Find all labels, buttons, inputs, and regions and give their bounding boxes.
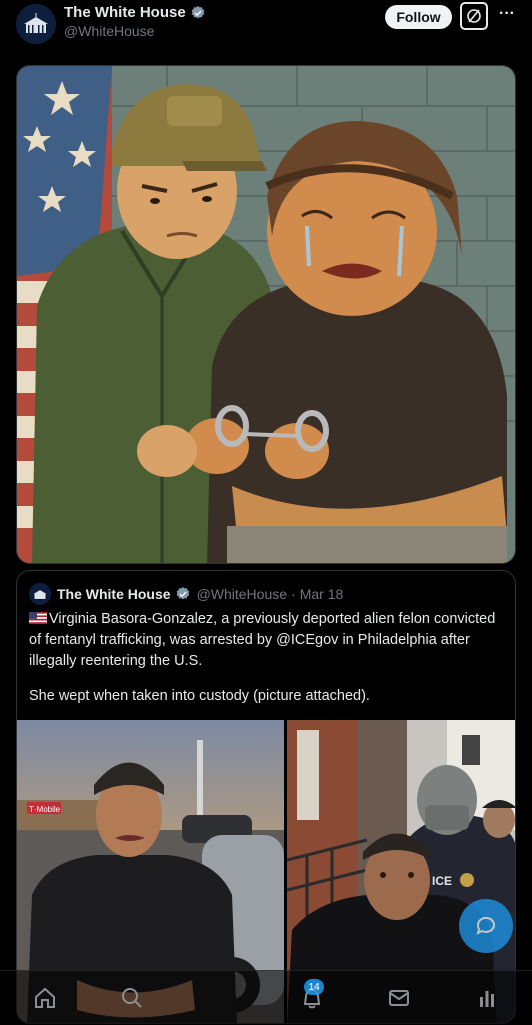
quoted-text-paragraph-1: Virginia Basora-Gonzalez, a previously d… bbox=[29, 611, 496, 669]
verified-badge-icon bbox=[191, 5, 205, 18]
date-separator: · bbox=[291, 586, 296, 602]
grok-slash-icon bbox=[467, 9, 481, 23]
more-options-button[interactable]: ··· bbox=[496, 6, 518, 26]
grok-icon[interactable] bbox=[474, 985, 500, 1011]
quoted-author-handle[interactable]: @WhiteHouse bbox=[197, 586, 287, 602]
bottom-navigation bbox=[0, 970, 532, 1025]
compose-reply-button[interactable] bbox=[459, 899, 513, 953]
grok-icon[interactable] bbox=[460, 2, 488, 30]
author-name[interactable]: The White House bbox=[64, 4, 186, 21]
reply-bubble-icon bbox=[476, 916, 495, 935]
quoted-post-card[interactable]: The White House @WhiteHouse · Mar 18 Vir… bbox=[16, 570, 516, 1024]
post-header: The White House @WhiteHouse Follow ··· bbox=[0, 0, 532, 60]
notification-count-badge: 14 bbox=[304, 979, 324, 995]
white-house-logo-icon bbox=[29, 583, 51, 605]
post-illustration-image[interactable] bbox=[16, 65, 516, 564]
quoted-post-date[interactable]: Mar 18 bbox=[300, 586, 344, 602]
white-house-logo-icon bbox=[16, 4, 56, 44]
search-icon[interactable] bbox=[119, 985, 145, 1011]
us-flag-icon bbox=[29, 612, 47, 624]
verified-badge-icon bbox=[176, 587, 189, 600]
author-avatar[interactable] bbox=[16, 4, 56, 44]
quoted-author-avatar[interactable] bbox=[29, 583, 51, 605]
follow-button[interactable]: Follow bbox=[385, 5, 452, 29]
quoted-text-paragraph-2: She wept when taken into custody (pictur… bbox=[29, 688, 370, 704]
home-icon[interactable] bbox=[32, 985, 58, 1011]
store-sign: T·Mobile bbox=[29, 805, 61, 814]
messages-icon[interactable] bbox=[386, 985, 412, 1011]
author-handle[interactable]: @WhiteHouse bbox=[64, 23, 206, 39]
ice-vest-text: ICE bbox=[432, 874, 452, 888]
quoted-author-name[interactable]: The White House bbox=[57, 586, 171, 602]
quoted-post-text: Virginia Basora-Gonzalez, a previously d… bbox=[29, 609, 505, 707]
